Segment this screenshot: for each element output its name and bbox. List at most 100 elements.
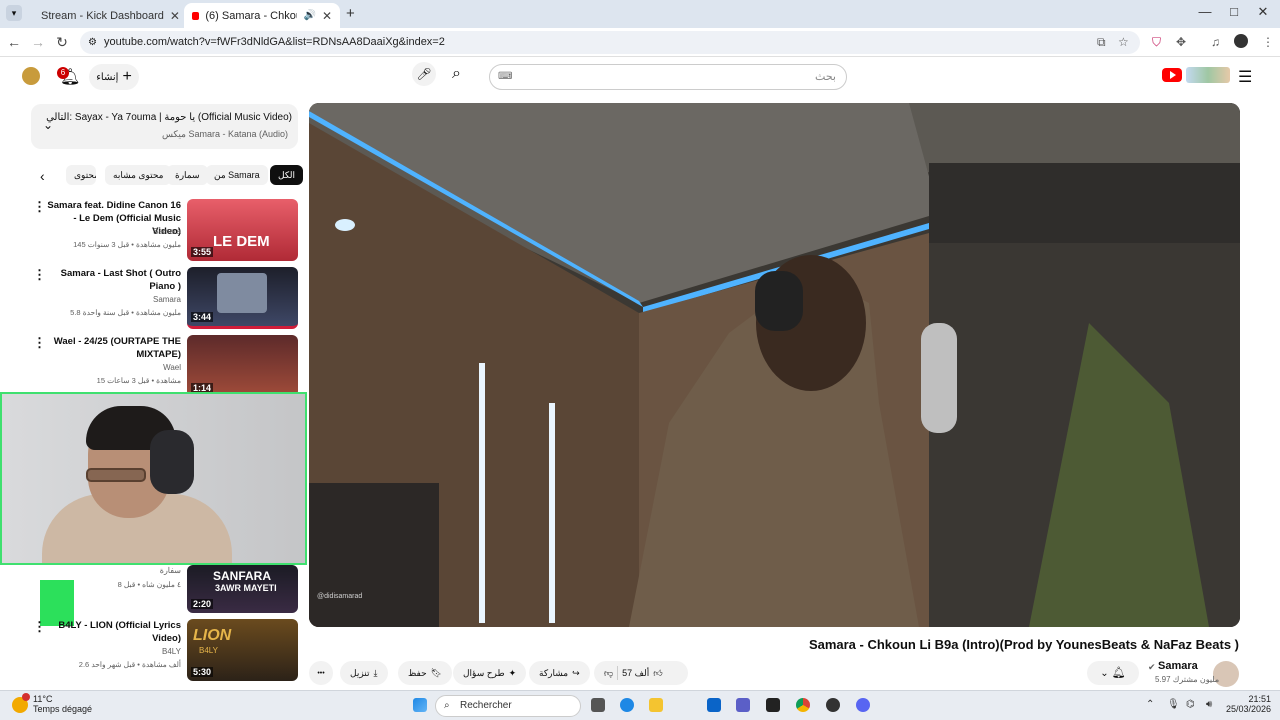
system-clock[interactable]: 21:51 25/03/2026 xyxy=(1226,694,1271,714)
site-info-icon[interactable]: ⚙ xyxy=(88,31,97,54)
create-label: إنشاء xyxy=(96,71,119,83)
tab-kick-dashboard[interactable]: Stream - Kick Dashboard ✕ xyxy=(27,3,182,28)
browser-menu-icon[interactable]: ⋮ xyxy=(1262,35,1274,49)
more-options-icon[interactable]: ⋮ xyxy=(33,267,46,283)
headphones-icon xyxy=(150,430,194,494)
list-item[interactable]: ⋮ B4LY - LION (Official Lyrics Video) B4… xyxy=(31,619,298,681)
windows-start-icon[interactable] xyxy=(413,698,427,712)
list-item[interactable]: ⋮ Samara feat. Didine Canon 16 - Le Dem … xyxy=(31,199,298,261)
chip-from-samara[interactable]: من Samara xyxy=(206,165,268,185)
dislike-icon[interactable]: 👎︎ xyxy=(604,668,613,679)
search-button-icon[interactable]: ⌕ xyxy=(452,65,461,83)
forward-icon[interactable]: → xyxy=(28,34,48,50)
subscribed-bell-button[interactable]: ⌄ 🔔︎ xyxy=(1087,661,1139,685)
thumb-text: LE DEM xyxy=(213,233,270,250)
edge-icon[interactable] xyxy=(620,698,634,712)
bell-icon: 🔔︎ xyxy=(1111,667,1126,679)
microphone-icon[interactable]: 🎙︎ xyxy=(1167,699,1180,710)
video-thumbnail[interactable]: 1:14 xyxy=(187,335,298,397)
volume-icon[interactable]: 🔊︎ xyxy=(1206,699,1212,710)
video-thumbnail[interactable]: SANFARA 3AWR MAYETI 2:20 xyxy=(187,565,298,613)
tab-youtube-video[interactable]: (6) Samara - Chkoun Li B9a 🔊 ✕ xyxy=(184,3,340,28)
chip-partial[interactable]: محتوى xyxy=(66,165,96,185)
extensions-puzzle-icon[interactable]: ✥ xyxy=(1176,35,1186,49)
bookmark-star-icon[interactable]: ☆ xyxy=(1118,35,1129,49)
video-title[interactable]: Samara - Last Shot ( Outro Piano ) xyxy=(46,267,181,293)
voice-search-mic-icon[interactable]: 🎤︎ xyxy=(412,62,436,86)
chip-related[interactable]: محتوى مشابه xyxy=(105,165,172,185)
channel-name[interactable]: Samara xyxy=(1158,660,1198,672)
list-item[interactable]: ⋮ Samara - Last Shot ( Outro Piano ) Sam… xyxy=(31,267,298,329)
youtube-logo-icon[interactable] xyxy=(1162,68,1182,82)
teams-icon[interactable] xyxy=(736,698,750,712)
chrome-icon[interactable] xyxy=(796,698,810,712)
channel-name[interactable]: Samara xyxy=(153,227,181,236)
playlist-queue-panel[interactable]: ⌄ التالي: Sayax - Ya 7ouma | يا حومة (Of… xyxy=(31,104,298,149)
tab-list-chevron-icon[interactable]: ▾ xyxy=(6,5,22,21)
share-button[interactable]: مشاركة ↪ xyxy=(529,661,590,685)
guide-menu-icon[interactable]: ☰ xyxy=(1238,67,1252,87)
video-title[interactable]: Wael - 24/25 (OURTAPE THE MIXTAPE) xyxy=(46,335,181,361)
search-icon: ⌕ xyxy=(444,700,450,711)
address-bar[interactable]: ⚙ youtube.com/watch?v=fWFr3dNldGA&list=R… xyxy=(80,31,1140,54)
obs-icon[interactable] xyxy=(826,698,840,712)
close-window-button[interactable]: ✕ xyxy=(1248,4,1278,20)
more-options-icon[interactable]: ⋮ xyxy=(33,619,46,635)
install-app-icon[interactable]: ⧉ xyxy=(1097,35,1106,50)
share-icon: ↪ xyxy=(572,667,580,678)
thumb-subtext: B4LY xyxy=(199,646,218,655)
back-icon[interactable]: ← xyxy=(4,34,24,50)
more-actions-button[interactable]: ••• xyxy=(309,661,333,685)
minimize-button[interactable]: — xyxy=(1190,4,1220,19)
outlook-icon[interactable] xyxy=(707,698,721,712)
chip-all[interactable]: الكل xyxy=(270,165,304,185)
channel-name[interactable]: Wael xyxy=(163,363,181,372)
user-avatar[interactable] xyxy=(22,67,40,85)
discord-icon[interactable] xyxy=(856,698,870,712)
close-icon[interactable]: ✕ xyxy=(170,9,180,23)
video-thumbnail[interactable]: LION B4LY 5:30 xyxy=(187,619,298,681)
thumb-figure xyxy=(217,273,267,313)
video-thumbnail[interactable]: 3:44 xyxy=(187,267,298,329)
list-item[interactable]: ⋮ Wael - 24/25 (OURTAPE THE MIXTAPE) Wae… xyxy=(31,335,298,397)
terminal-icon[interactable] xyxy=(766,698,780,712)
file-explorer-icon[interactable] xyxy=(649,698,663,712)
weather-temp: 11°C xyxy=(33,694,53,704)
clock-date: 25/03/2026 xyxy=(1226,704,1272,714)
more-icon: ••• xyxy=(317,669,325,677)
youtube-doodle-logo[interactable] xyxy=(1186,67,1230,83)
create-button[interactable]: إنشاء + xyxy=(89,64,139,90)
close-icon[interactable]: ✕ xyxy=(322,9,332,23)
chip-samara-ar[interactable]: سمارة xyxy=(167,165,208,185)
maximize-button[interactable]: □ xyxy=(1219,4,1249,19)
more-options-icon[interactable]: ⋮ xyxy=(33,199,46,215)
ask-button[interactable]: طرح سؤال ✦ xyxy=(453,661,527,685)
video-thumbnail[interactable]: LE DEM 3:55 xyxy=(187,199,298,261)
channel-name[interactable]: Samara xyxy=(153,295,181,304)
more-options-icon[interactable]: ⋮ xyxy=(33,335,46,351)
audio-playing-icon[interactable]: 🔊 xyxy=(303,10,315,21)
media-controls-icon[interactable]: ♫ xyxy=(1211,35,1220,49)
network-icon[interactable]: ⌬ xyxy=(1186,699,1195,710)
profile-avatar-icon[interactable] xyxy=(1234,34,1248,48)
new-tab-button[interactable]: + xyxy=(346,5,355,22)
like-dislike-group[interactable]: 👎︎ 57 ألف 👍︎ xyxy=(594,661,688,685)
like-icon[interactable]: 👍︎ xyxy=(653,668,662,679)
task-view-icon[interactable] xyxy=(591,698,605,712)
taskbar-search-input[interactable]: ⌕ Rechercher xyxy=(435,695,581,717)
channel-name[interactable]: سفارة xyxy=(160,566,181,575)
keyboard-icon[interactable]: ⌨ xyxy=(498,65,512,89)
search-input[interactable]: بحث ⌨ xyxy=(489,64,847,90)
channel-name[interactable]: B4LY xyxy=(162,647,181,656)
video-player[interactable]: @didisamarad xyxy=(309,103,1240,627)
save-button[interactable]: حفظ 🔖︎ xyxy=(398,661,453,685)
video-title[interactable]: B4LY - LION (Official Lyrics Video) xyxy=(46,619,181,645)
chevron-left-icon[interactable]: ‹ xyxy=(40,168,45,184)
share-label: مشاركة xyxy=(539,667,569,678)
weather-widget[interactable]: 11°C Temps dégagé xyxy=(33,694,92,714)
reload-icon[interactable]: ↻ xyxy=(52,34,72,51)
video-watermark: @didisamarad xyxy=(317,593,363,600)
extension-shield-icon[interactable]: ⛉ xyxy=(1152,35,1161,50)
download-button[interactable]: تنزيل ⤓ xyxy=(340,661,388,685)
tray-chevron-icon[interactable]: ⌃ xyxy=(1146,699,1154,710)
